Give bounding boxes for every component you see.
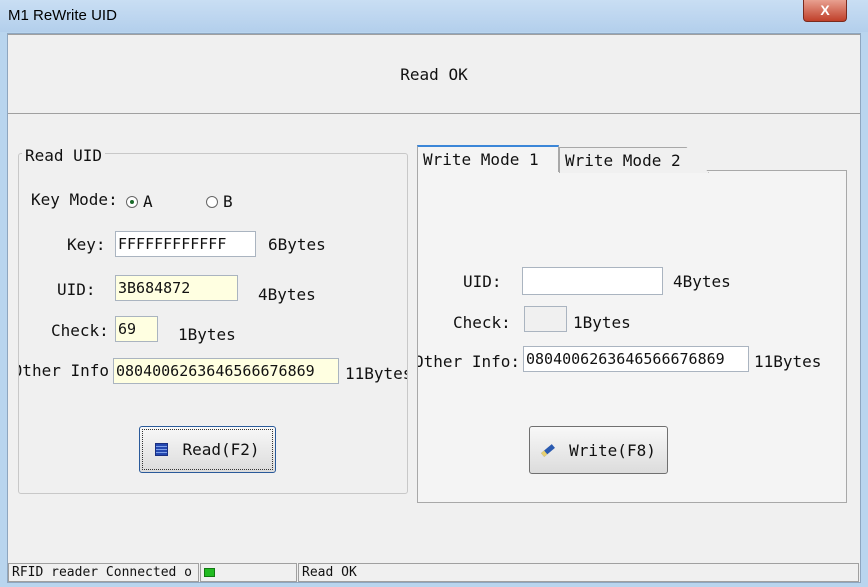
status-indicator-cell — [200, 563, 297, 582]
title-bar — [0, 0, 868, 32]
uid-unit: 4Bytes — [258, 285, 316, 304]
close-button[interactable]: X — [803, 0, 847, 22]
write-check-field[interactable] — [524, 306, 567, 332]
other-info-label: Other Info — [19, 361, 109, 380]
radio-unchecked-icon — [206, 195, 218, 208]
write-uid-label: UID: — [463, 272, 502, 291]
key-input[interactable]: FFFFFFFFFFFF — [115, 231, 256, 257]
connection-led-icon — [204, 568, 215, 577]
pen-icon — [541, 443, 556, 457]
key-unit: 6Bytes — [268, 235, 326, 254]
status-message: Read OK — [298, 563, 859, 582]
write-other-info-unit: 11Bytes — [754, 352, 822, 371]
key-mode-a-radio[interactable]: A — [126, 192, 153, 211]
write-uid-input[interactable] — [522, 267, 663, 295]
write-check-label: Check: — [453, 313, 511, 332]
radio-checked-icon — [126, 195, 138, 208]
status-bar: RFID reader Connected o Read OK — [8, 563, 860, 583]
key-label: Key: — [67, 235, 106, 254]
write-check-unit: 1Bytes — [573, 313, 631, 332]
write-other-info-label: Other Info: — [418, 352, 520, 371]
uid-label: UID: — [57, 280, 96, 299]
tab-write-mode-1[interactable]: Write Mode 1 — [417, 145, 559, 172]
status-connection: RFID reader Connected o — [8, 563, 199, 582]
key-mode-b-radio[interactable]: B — [206, 192, 233, 211]
key-mode-label: Key Mode: — [31, 190, 118, 209]
window-title: M1 ReWrite UID — [8, 7, 117, 24]
read-icon — [155, 443, 169, 456]
write-uid-unit: 4Bytes — [673, 272, 731, 291]
uid-read-field[interactable]: 3B684872 — [115, 275, 238, 301]
other-info-read-field[interactable]: 0804006263646566676869 — [113, 358, 339, 384]
check-read-field[interactable]: 69 — [115, 316, 158, 342]
message-banner: Read OK — [8, 34, 860, 114]
check-unit: 1Bytes — [178, 325, 236, 344]
tab-write-mode-2[interactable]: Write Mode 2 — [559, 147, 709, 173]
read-button[interactable]: Read(F2) — [139, 426, 276, 473]
write-button[interactable]: Write(F8) — [529, 426, 668, 474]
check-label: Check: — [51, 321, 109, 340]
write-other-info-input[interactable]: 0804006263646566676869 — [523, 346, 749, 372]
other-info-unit: 11Bytes — [345, 364, 407, 383]
read-uid-group-label: Read UID — [22, 146, 106, 165]
